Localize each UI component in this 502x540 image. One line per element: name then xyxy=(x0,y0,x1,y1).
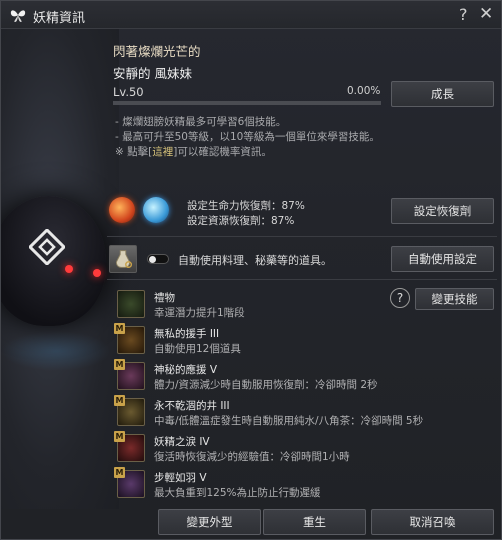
creature-rune-icon xyxy=(29,229,65,265)
skill-limit-note: - 燦爛翅膀妖精最多可學習6個技能。 xyxy=(115,116,287,128)
exp-percent: 0.00% xyxy=(347,85,381,97)
mastery-badge: M xyxy=(114,323,125,334)
auto-use-toggle[interactable] xyxy=(147,254,169,264)
skill-desc: 幸運潛力提升1階段 xyxy=(154,307,245,319)
skill-desc: 中毒/低體溫症發生時自動服用純水/八角茶：冷卻時間 5秒 xyxy=(154,415,424,427)
creature-eye-right xyxy=(93,269,101,277)
skill-name: 步輕如羽 V xyxy=(154,472,207,484)
exp-bar xyxy=(113,101,381,105)
butterfly-icon xyxy=(10,10,26,22)
potion-bottle-icon xyxy=(109,245,137,273)
divider xyxy=(107,236,497,237)
skill-desc: 最大負重到125%為止防止行動遲緩 xyxy=(154,487,321,499)
portrait-glow xyxy=(1,331,111,371)
divider xyxy=(107,279,497,280)
mastery-badge: M xyxy=(114,395,125,406)
skill-desc: 體力/資源減少時自動服用恢復劑：冷卻時間 2秒 xyxy=(154,379,378,391)
skill-name: 禮物 xyxy=(154,292,175,304)
close-icon[interactable]: ✕ xyxy=(479,4,493,24)
resource-recovery-setting: 設定資源恢復劑：87% xyxy=(187,215,295,227)
skill-name: 無私的援手 III xyxy=(154,328,220,340)
mastery-badge: M xyxy=(114,359,125,370)
rebirth-button[interactable]: 重生 xyxy=(263,509,366,535)
help-icon[interactable]: ? xyxy=(459,5,468,24)
growth-button[interactable]: 成長 xyxy=(391,81,494,107)
mastery-badge: M xyxy=(114,431,125,442)
skill-name: 妖精之淚 IV xyxy=(154,436,210,448)
skill-desc: 復活時恢復減少的經驗值：冷卻時間1小時 xyxy=(154,451,350,463)
probability-note-prefix: ※ 點擊[ xyxy=(115,146,153,158)
resource-potion-icon xyxy=(143,197,169,223)
window-title: 妖精資訊 xyxy=(33,11,86,26)
level-cap-note: - 最高可升至50等級，以10等級為一個單位來學習技能。 xyxy=(115,131,380,143)
clover-icon xyxy=(117,290,145,318)
fairy-subtitle: 閃著燦爛光芒的 xyxy=(113,44,201,59)
change-skill-button[interactable]: 變更技能 xyxy=(415,288,494,310)
skill-help-icon[interactable]: ? xyxy=(390,288,410,308)
auto-use-settings-button[interactable]: 自動使用設定 xyxy=(391,246,494,272)
skill-name: 永不乾涸的井 III xyxy=(154,400,230,412)
probability-note-suffix: ]可以確認機率資訊。 xyxy=(173,146,272,158)
probability-note: ※ 點擊[這裡]可以確認機率資訊。 xyxy=(115,144,272,159)
fairy-info-window: 妖精資訊 ? ✕ 閃著燦爛光芒的 安靜的 風妹妹 Lv.50 0.00% 成長 … xyxy=(0,0,502,540)
skill-name: 神秘的應援 V xyxy=(154,364,218,376)
skill-desc: 自動使用12個道具 xyxy=(154,343,241,355)
probability-link[interactable]: 這裡 xyxy=(152,146,173,158)
title-bar[interactable]: 妖精資訊 ? ✕ xyxy=(1,1,501,29)
fairy-level: Lv.50 xyxy=(113,85,144,99)
hp-potion-icon xyxy=(109,197,135,223)
auto-use-label: 自動使用料理、秘藥等的道具。 xyxy=(178,254,332,267)
creature-eye-left xyxy=(65,265,73,273)
fairy-name: 安靜的 風妹妹 xyxy=(113,66,192,81)
toggle-knob xyxy=(149,256,156,263)
hp-recovery-setting: 設定生命力恢復劑：87% xyxy=(187,200,305,212)
change-appearance-button[interactable]: 變更外型 xyxy=(158,509,261,535)
dismiss-button[interactable]: 取消召喚 xyxy=(371,509,494,535)
mastery-badge: M xyxy=(114,467,125,478)
set-recovery-button[interactable]: 設定恢復劑 xyxy=(391,198,494,224)
